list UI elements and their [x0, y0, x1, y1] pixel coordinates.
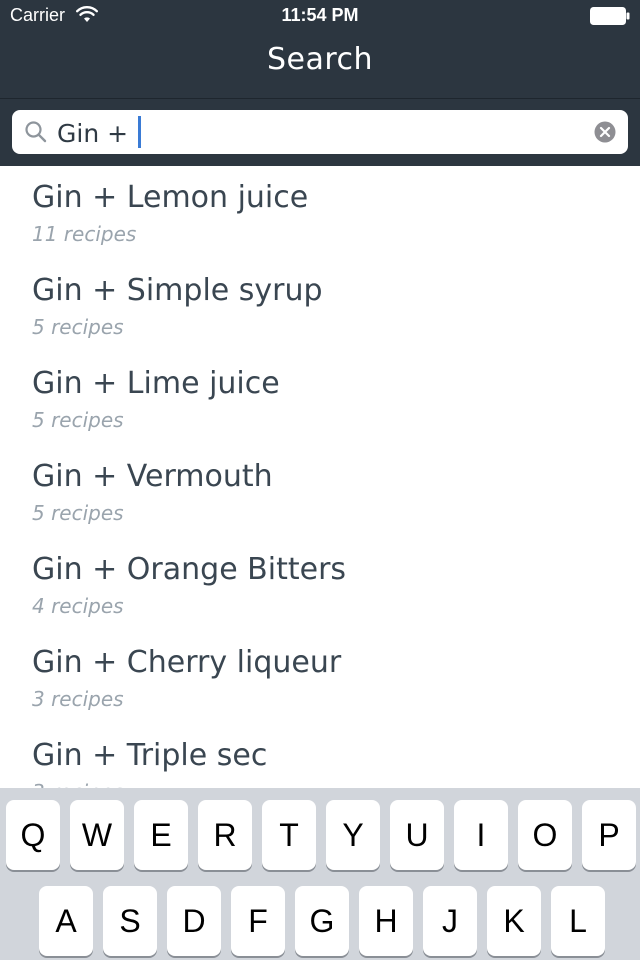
key-q[interactable]: Q [6, 800, 60, 870]
key-p[interactable]: P [582, 800, 636, 870]
result-count: 5 recipes [32, 315, 124, 339]
key-o[interactable]: O [518, 800, 572, 870]
search-icon [25, 121, 47, 143]
battery-icon [590, 7, 630, 25]
key-e[interactable]: E [134, 800, 188, 870]
key-s[interactable]: S [103, 886, 157, 956]
result-item[interactable]: Gin + Orange Bitters 4 recipes [0, 538, 640, 631]
keyboard: Q W E R T Y U I O P A S D F G H J K L [0, 788, 640, 960]
key-h[interactable]: H [359, 886, 413, 956]
search-field[interactable]: Gin + [12, 110, 628, 154]
result-title: Gin + Lime juice [32, 366, 280, 401]
header: Carrier 11:54 PM Search Gin + [0, 0, 640, 166]
key-y[interactable]: Y [326, 800, 380, 870]
result-title: Gin + Lemon juice [32, 180, 309, 215]
key-a[interactable]: A [39, 886, 93, 956]
result-item[interactable]: Gin + Simple syrup 5 recipes [0, 259, 640, 352]
result-count: 3 recipes [32, 687, 124, 711]
result-title: Gin + Triple sec [32, 738, 268, 773]
key-g[interactable]: G [295, 886, 349, 956]
result-title: Gin + Cherry liqueur [32, 645, 342, 680]
result-count: 4 recipes [32, 594, 124, 618]
result-item[interactable]: Gin + Cherry liqueur 3 recipes [0, 631, 640, 724]
key-f[interactable]: F [231, 886, 285, 956]
results-list: Gin + Lemon juice 11 recipes Gin + Simpl… [0, 166, 640, 788]
result-item[interactable]: Gin + Lemon juice 11 recipes [0, 166, 640, 259]
result-count: 11 recipes [32, 222, 137, 246]
key-w[interactable]: W [70, 800, 124, 870]
result-title: Gin + Simple syrup [32, 273, 323, 308]
result-item[interactable]: Gin + Triple sec 3 recipes [0, 724, 640, 788]
result-count: 5 recipes [32, 501, 124, 525]
result-item[interactable]: Gin + Lime juice 5 recipes [0, 352, 640, 445]
result-item[interactable]: Gin + Vermouth 5 recipes [0, 445, 640, 538]
key-l[interactable]: L [551, 886, 605, 956]
search-input[interactable]: Gin + [57, 116, 142, 148]
result-title: Gin + Orange Bitters [32, 552, 347, 587]
result-count: 3 recipes [32, 780, 124, 788]
clock: 11:54 PM [281, 5, 359, 25]
key-t[interactable]: T [262, 800, 316, 870]
key-r[interactable]: R [198, 800, 252, 870]
header-divider [0, 98, 640, 99]
status-bar: Carrier 11:54 PM [0, 0, 640, 32]
text-caret [138, 116, 142, 148]
result-count: 5 recipes [32, 408, 124, 432]
search-input-value: Gin + [57, 119, 137, 148]
clear-icon[interactable] [594, 121, 616, 143]
key-k[interactable]: K [487, 886, 541, 956]
key-j[interactable]: J [423, 886, 477, 956]
key-d[interactable]: D [167, 886, 221, 956]
result-title: Gin + Vermouth [32, 459, 273, 494]
key-i[interactable]: I [454, 800, 508, 870]
page-title: Search [266, 42, 374, 77]
key-u[interactable]: U [390, 800, 444, 870]
